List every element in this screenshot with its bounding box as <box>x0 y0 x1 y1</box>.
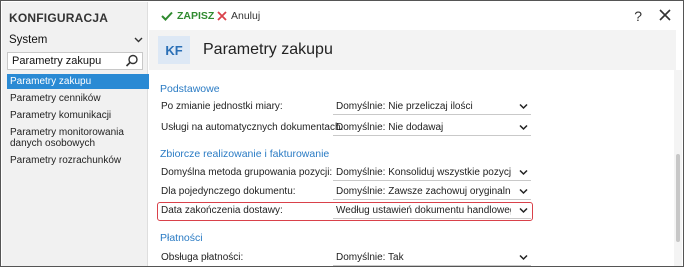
sidebar-item-parametry-rozrachunkow[interactable]: Parametry rozrachunków <box>7 153 149 168</box>
setting-value: Domyślnie: Nie przeliczaj ilości <box>336 101 473 112</box>
setting-label: Po zmianie jednostki miary: <box>161 101 283 112</box>
config-window: KONFIGURACJA System Parametry zakupu Par… <box>0 0 684 267</box>
section-title-platnosci: Płatności <box>160 232 203 244</box>
sidebar-item-parametry-komunikacji[interactable]: Parametry komunikacji <box>7 108 149 123</box>
sidebar-item-parametry-zakupu[interactable]: Parametry zakupu <box>7 74 149 89</box>
chevron-down-icon <box>134 37 143 43</box>
chevron-down-icon <box>519 207 528 214</box>
setting-row-highlighted: Data zakończenia dostawy: Według ustawie… <box>159 203 531 219</box>
chevron-down-icon <box>519 254 528 261</box>
setting-value: Domyślnie: Nie dodawaj <box>336 122 444 133</box>
setting-dropdown[interactable]: Domyślnie: Tak <box>333 250 531 266</box>
setting-dropdown[interactable]: Domyślnie: Konsoliduj wszystkie pozycje … <box>333 165 531 181</box>
chevron-down-icon <box>519 103 528 110</box>
scrollbar[interactable] <box>674 70 682 266</box>
module-select-value: System <box>9 34 48 46</box>
chevron-down-icon <box>519 124 528 131</box>
setting-row: Obsługa płatności: Domyślnie: Tak <box>159 250 531 266</box>
setting-value: Domyślnie: Zawsze zachowuj oryginalne po… <box>336 186 511 197</box>
cancel-label: Anuluj <box>231 10 261 22</box>
setting-row: Usługi na automatycznych dokumentach: Do… <box>159 120 531 136</box>
search-icon[interactable] <box>125 54 139 68</box>
toolbar: ZAPISZ Anuluj ? <box>149 2 682 30</box>
sidebar: KONFIGURACJA System Parametry zakupu Par… <box>2 2 149 266</box>
setting-dropdown[interactable]: Domyślnie: Nie dodawaj <box>333 120 531 136</box>
setting-dropdown[interactable]: Według ustawień dokumentu handlowego <box>333 203 531 219</box>
setting-value: Domyślnie: Konsoliduj wszystkie pozycje … <box>336 167 511 178</box>
search-field[interactable] <box>7 52 143 70</box>
setting-label: Usługi na automatycznych dokumentach: <box>161 122 344 133</box>
sidebar-item-parametry-cennikow[interactable]: Parametry cenników <box>7 91 149 106</box>
setting-row: Domyślna metoda grupowania pozycji: Domy… <box>159 165 531 181</box>
setting-row: Po zmianie jednostki miary: Domyślnie: N… <box>159 99 531 115</box>
chevron-down-icon <box>519 169 528 176</box>
save-button[interactable]: ZAPISZ <box>161 10 214 22</box>
module-select[interactable]: System <box>9 32 143 48</box>
scrollbar-thumb[interactable] <box>676 154 680 242</box>
page-header: KF Parametry zakupu <box>149 30 676 70</box>
app-title: KONFIGURACJA <box>9 11 109 25</box>
save-label: ZAPISZ <box>177 10 215 22</box>
cancel-button[interactable]: Anuluj <box>217 10 260 22</box>
setting-value: Według ustawień dokumentu handlowego <box>336 205 511 216</box>
close-icon[interactable] <box>658 8 672 22</box>
search-input[interactable] <box>12 55 122 67</box>
setting-label: Obsługa płatności: <box>161 252 244 263</box>
close-x-icon <box>217 11 227 21</box>
setting-value: Domyślnie: Tak <box>336 252 404 263</box>
chevron-down-icon <box>519 188 528 195</box>
module-badge: KF <box>158 36 190 64</box>
setting-label: Data zakończenia dostawy: <box>161 205 283 216</box>
sidebar-nav: Parametry zakupu Parametry cenników Para… <box>7 74 149 168</box>
setting-dropdown[interactable]: Domyślnie: Zawsze zachowuj oryginalne po… <box>333 184 531 200</box>
page-title: Parametry zakupu <box>203 41 333 58</box>
section-title-zbiorcze: Zbiorcze realizowanie i fakturowanie <box>160 148 330 160</box>
setting-label: Domyślna metoda grupowania pozycji: <box>161 167 333 178</box>
help-button[interactable]: ? <box>634 8 642 24</box>
setting-label: Dla pojedynczego dokumentu: <box>161 186 296 197</box>
setting-dropdown[interactable]: Domyślnie: Nie przeliczaj ilości <box>333 99 531 115</box>
setting-row: Dla pojedynczego dokumentu: Domyślnie: Z… <box>159 184 531 200</box>
sidebar-item-parametry-monitorowania[interactable]: Parametry monitorowania danych osobowych <box>7 125 149 151</box>
checkmark-icon <box>161 11 173 21</box>
section-title-podstawowe: Podstawowe <box>160 83 220 95</box>
settings-panel: Podstawowe Po zmianie jednostki miary: D… <box>149 70 676 266</box>
